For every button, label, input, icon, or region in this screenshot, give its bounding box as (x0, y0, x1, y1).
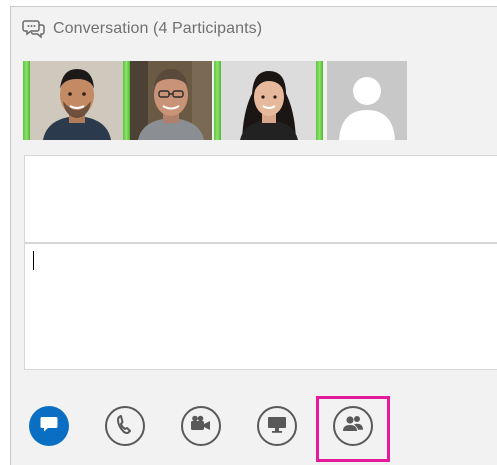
participant-tile[interactable] (214, 61, 323, 140)
message-input[interactable] (24, 243, 497, 370)
participant-avatar (130, 61, 212, 140)
participant-avatar (214, 61, 323, 140)
participant-tile[interactable] (23, 61, 130, 140)
video-button[interactable] (181, 406, 221, 446)
participant-tile[interactable] (327, 61, 407, 140)
conversation-history (24, 155, 497, 243)
monitor-icon (266, 414, 288, 439)
window-title: Conversation (4 Participants) (53, 20, 263, 37)
people-icon (341, 414, 365, 439)
chat-bubbles-icon (22, 19, 46, 39)
participant-strip (23, 61, 407, 140)
participants-button[interactable] (333, 406, 373, 446)
video-camera-icon (189, 414, 213, 439)
call-button[interactable] (105, 406, 145, 446)
default-avatar-icon (327, 61, 407, 140)
participant-avatar (23, 61, 130, 140)
participant-tile[interactable] (130, 61, 212, 140)
conversation-toolbar (11, 392, 497, 462)
phone-icon (114, 413, 136, 440)
im-button[interactable] (29, 406, 69, 446)
text-caret (33, 251, 34, 270)
conversation-window: Conversation (4 Participants) (10, 6, 497, 465)
present-button[interactable] (257, 406, 297, 446)
chat-bubble-icon (39, 414, 59, 439)
title-bar: Conversation (4 Participants) (11, 7, 497, 51)
